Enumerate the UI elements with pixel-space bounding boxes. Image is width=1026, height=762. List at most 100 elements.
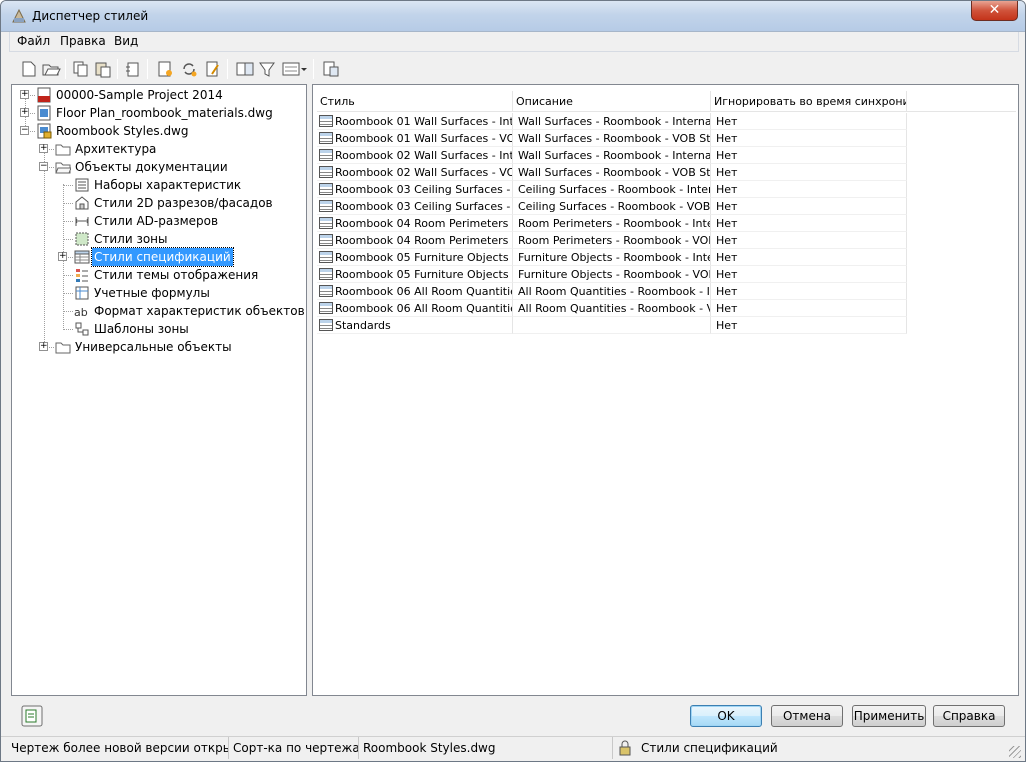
tree-item-label[interactable]: Архитектура xyxy=(73,140,158,158)
filter-icon[interactable] xyxy=(257,59,277,79)
cell-text: Roombook 06 All Room Quantitie... xyxy=(335,285,513,298)
style-list[interactable]: Стиль Описание Игнорировать во время син… xyxy=(312,84,1019,696)
table-row[interactable]: Roombook 02 Wall Surfaces - VO... Wall Su… xyxy=(317,164,907,181)
tree-item-label[interactable]: Шаблоны зоны xyxy=(92,320,191,338)
tree-item-label[interactable]: Floor Plan_roombook_materials.dwg xyxy=(54,104,275,122)
collapse-icon[interactable]: − xyxy=(20,126,29,135)
tree-item[interactable]: Шаблоны зоны xyxy=(12,320,306,338)
resize-grip[interactable] xyxy=(1009,746,1021,758)
cell-ignore-sync: Нет xyxy=(711,147,907,164)
tree-item-label[interactable]: Универсальные объекты xyxy=(73,338,234,356)
schedule-style-icon xyxy=(319,217,333,229)
tree-item-label[interactable]: Стили AD-размеров xyxy=(92,212,220,230)
help-button[interactable]: Справка xyxy=(933,705,1005,727)
cell-text: Roombook 01 Wall Surfaces - Int... xyxy=(335,115,513,128)
collapse-icon[interactable]: − xyxy=(39,162,48,171)
cell-style: Roombook 04 Room Perimeters - ... xyxy=(317,215,513,232)
tree-item-label[interactable]: Стили зоны xyxy=(92,230,170,248)
schedule-style-icon xyxy=(319,200,333,212)
tree-item[interactable]: + Архитектура xyxy=(12,140,306,158)
table-row[interactable]: Roombook 05 Furniture Objects -... Furnit… xyxy=(317,249,907,266)
sync-icon[interactable] xyxy=(179,59,199,79)
table-row[interactable]: Roombook 01 Wall Surfaces - VO... Wall Su… xyxy=(317,130,907,147)
expand-icon[interactable]: + xyxy=(39,144,48,153)
column-style[interactable]: Стиль xyxy=(317,91,513,112)
style-tree[interactable]: +00000-Sample Project 2014 + Floor Plan_ro… xyxy=(11,84,307,696)
zone-icon xyxy=(75,232,89,246)
tree-item[interactable]: + Универсальные объекты xyxy=(12,338,306,356)
table-row[interactable]: Roombook 04 Room Perimeters - ... Room Pe… xyxy=(317,215,907,232)
display-theme-icon xyxy=(76,269,88,282)
purge-icon[interactable] xyxy=(123,59,143,79)
tree-item[interactable]: + Стили спецификаций xyxy=(12,247,306,267)
schedule-style-icon xyxy=(319,285,333,297)
cell-text: Roombook 05 Furniture Objects -... xyxy=(335,268,513,281)
tree-item[interactable]: − Объекты документации xyxy=(12,158,306,176)
cell-description xyxy=(513,317,711,334)
table-row[interactable]: Roombook 03 Ceiling Surfaces - ... Ceilin… xyxy=(317,198,907,215)
tree-item[interactable]: +00000-Sample Project 2014 xyxy=(12,86,306,104)
cell-text: Roombook 06 All Room Quantitie... xyxy=(335,302,513,315)
cell-text: Нет xyxy=(716,319,738,332)
menu-file[interactable]: Файл xyxy=(17,34,50,48)
table-row[interactable]: Roombook 02 Wall Surfaces - Int... Wall S… xyxy=(317,147,907,164)
menu-view[interactable]: Вид xyxy=(114,34,138,48)
expand-icon[interactable]: + xyxy=(58,252,67,261)
table-row[interactable]: Roombook 01 Wall Surfaces - Int... Wall S… xyxy=(317,113,907,130)
tree-item[interactable]: − Roombook Styles.dwg xyxy=(12,122,306,140)
properties-icon[interactable] xyxy=(321,59,341,79)
menu-edit[interactable]: Правка xyxy=(60,34,106,48)
tree-item-label[interactable]: Формат характеристик объектов xyxy=(92,302,307,320)
tree-item[interactable]: Стили темы отображения xyxy=(12,266,306,284)
tree-item[interactable]: Стили AD-размеров xyxy=(12,212,306,230)
open-icon[interactable] xyxy=(41,59,61,79)
expand-icon[interactable]: + xyxy=(20,108,29,117)
tree-item[interactable]: Стили зоны xyxy=(12,230,306,248)
schedule-style-icon xyxy=(319,149,333,161)
tree-item-label[interactable]: 00000-Sample Project 2014 xyxy=(54,86,225,104)
cell-text: Roombook 03 Ceiling Surfaces - ... xyxy=(335,200,513,213)
tree-item[interactable]: ab Формат характеристик объектов xyxy=(12,302,306,320)
tree-item[interactable]: Наборы характеристик xyxy=(12,176,306,194)
table-row[interactable]: Roombook 04 Room Perimeters - ... Room Pe… xyxy=(317,232,907,249)
tree-item[interactable]: + Floor Plan_roombook_materials.dwg xyxy=(12,104,306,122)
view-mode-icon[interactable] xyxy=(281,59,307,79)
cell-style: Roombook 05 Furniture Objects -... xyxy=(317,266,513,283)
column-description[interactable]: Описание xyxy=(513,91,711,112)
cell-text: Roombook 04 Room Perimeters - ... xyxy=(335,217,513,230)
cancel-button[interactable]: Отмена xyxy=(771,705,843,727)
new-style-icon[interactable] xyxy=(155,59,175,79)
table-row[interactable]: Roombook 03 Ceiling Surfaces - ... Ceilin… xyxy=(317,181,907,198)
column-ignore-sync[interactable]: Игнорировать во время синхрони... xyxy=(711,91,907,112)
tree-item-label[interactable]: Стили спецификаций xyxy=(91,247,234,267)
tree-item-label[interactable]: Стили 2D разрезов/фасадов xyxy=(92,194,275,212)
tree-item[interactable]: Учетные формулы xyxy=(12,284,306,302)
table-row[interactable]: Roombook 05 Furniture Objects -... Furnit… xyxy=(317,266,907,283)
cell-text: Furniture Objects - Roombook - VOB... xyxy=(518,268,711,281)
apply-button[interactable]: Применить xyxy=(852,705,926,727)
close-button[interactable]: ✕ xyxy=(971,1,1018,21)
copy-icon[interactable] xyxy=(71,59,91,79)
ok-button[interactable]: OK xyxy=(690,705,762,727)
compare-icon[interactable] xyxy=(235,59,255,79)
schedule-style-icon xyxy=(319,234,333,246)
paste-icon[interactable] xyxy=(93,59,113,79)
table-row[interactable]: Roombook 06 All Room Quantitie... All Roo… xyxy=(317,283,907,300)
settings-panel-icon[interactable] xyxy=(21,705,43,727)
tree-item[interactable]: Стили 2D разрезов/фасадов xyxy=(12,194,306,212)
tree-item-label[interactable]: Объекты документации xyxy=(73,158,230,176)
title-bar[interactable]: Диспетчер стилей ✕ xyxy=(1,1,1025,32)
edit-icon[interactable] xyxy=(203,59,223,79)
tree-item-label[interactable]: Стили темы отображения xyxy=(92,266,260,284)
expand-icon[interactable]: + xyxy=(20,90,29,99)
cell-text: All Room Quantities - Roombook - In... xyxy=(518,285,711,298)
table-row[interactable]: Standards Нет xyxy=(317,317,907,334)
tree-item-label[interactable]: Наборы характеристик xyxy=(92,176,243,194)
table-row[interactable]: Roombook 06 All Room Quantitie... All Roo… xyxy=(317,300,907,317)
expand-icon[interactable]: + xyxy=(39,342,48,351)
tree-item-label[interactable]: Учетные формулы xyxy=(92,284,212,302)
new-icon[interactable] xyxy=(19,59,39,79)
app-icon xyxy=(12,8,26,23)
tree-item-label[interactable]: Roombook Styles.dwg xyxy=(54,122,191,140)
cell-text: Wall Surfaces - Roombook - VOB Stand xyxy=(518,132,711,145)
